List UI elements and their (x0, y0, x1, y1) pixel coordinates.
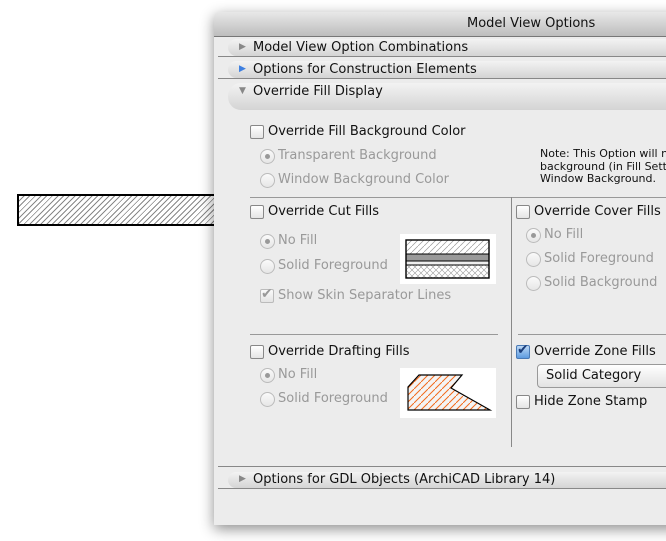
override-cover-fills-checkbox[interactable] (516, 205, 530, 219)
cut-solid-foreground-label: Solid Foreground (278, 258, 388, 273)
triangle-right-icon: ▶ (239, 64, 246, 74)
window-background-label: Window Background Color (278, 172, 450, 187)
override-cut-fills-checkbox[interactable] (250, 205, 264, 219)
zone-fill-dropdown-value: Solid Category (546, 368, 642, 383)
override-zone-fills-label: Override Zone Fills (534, 344, 656, 359)
cover-solid-background-radio[interactable] (526, 276, 541, 291)
cover-solid-background-label: Solid Background (544, 275, 658, 290)
cut-fill-preview (400, 234, 496, 284)
triangle-right-icon: ▶ (239, 474, 246, 484)
section-construction-elements[interactable]: ▶ Options for Construction Elements (228, 61, 666, 78)
section-label: Model View Option Combinations (253, 40, 469, 55)
override-zone-fills-checkbox[interactable] (516, 342, 530, 359)
transparent-background-label: Transparent Background (278, 148, 437, 163)
triangle-down-icon: ▼ (239, 86, 246, 96)
cut-no-fill-radio[interactable] (260, 234, 275, 249)
section-label: Options for GDL Objects (ArchiCAD Librar… (253, 472, 556, 487)
override-drafting-fills-label: Override Drafting Fills (268, 344, 410, 359)
cut-solid-foreground-radio[interactable] (260, 259, 275, 274)
hide-zone-stamp-label: Hide Zone Stamp (534, 394, 648, 409)
drafting-fill-preview (400, 368, 496, 418)
cut-no-fill-label: No Fill (278, 233, 318, 248)
cover-no-fill-radio[interactable] (526, 228, 541, 243)
window-background-radio[interactable] (260, 173, 275, 188)
cover-no-fill-label: No Fill (544, 227, 584, 242)
model-view-options-dialog: Model View Options ▶ Model View Option C… (214, 12, 666, 525)
drafting-no-fill-label: No Fill (278, 367, 318, 382)
override-fill-background-checkbox[interactable] (250, 125, 264, 139)
drafting-solid-foreground-label: Solid Foreground (278, 391, 388, 406)
cover-solid-foreground-label: Solid Foreground (544, 251, 654, 266)
zone-fill-dropdown[interactable]: Solid Category (537, 364, 666, 388)
triangle-right-icon: ▶ (239, 42, 246, 52)
override-cut-fills-label: Override Cut Fills (268, 204, 380, 219)
section-label: Override Fill Display (253, 84, 383, 99)
transparent-background-radio[interactable] (260, 149, 275, 164)
cover-solid-foreground-radio[interactable] (526, 252, 541, 267)
note-text: Note: This Option will n background (in F… (540, 147, 666, 185)
section-label: Options for Construction Elements (253, 62, 477, 77)
section-model-view-combinations[interactable]: ▶ Model View Option Combinations (228, 39, 666, 56)
override-drafting-fills-checkbox[interactable] (250, 345, 264, 359)
section-override-fill-display[interactable]: ▼ Override Fill Display (228, 83, 666, 110)
section-gdl-objects[interactable]: ▶ Options for GDL Objects (ArchiCAD Libr… (228, 472, 666, 488)
override-fill-background-label: Override Fill Background Color (268, 124, 466, 139)
show-skin-separator-label: Show Skin Separator Lines (278, 288, 452, 303)
hatched-wall-element (17, 194, 221, 226)
drafting-no-fill-radio[interactable] (260, 368, 275, 383)
title-bar[interactable]: Model View Options (214, 12, 666, 37)
window-title: Model View Options (467, 16, 596, 31)
override-cover-fills-label: Override Cover Fills (534, 204, 661, 219)
show-skin-separator-checkbox[interactable] (260, 286, 274, 303)
drafting-solid-foreground-radio[interactable] (260, 392, 275, 407)
hide-zone-stamp-checkbox[interactable] (516, 395, 530, 409)
